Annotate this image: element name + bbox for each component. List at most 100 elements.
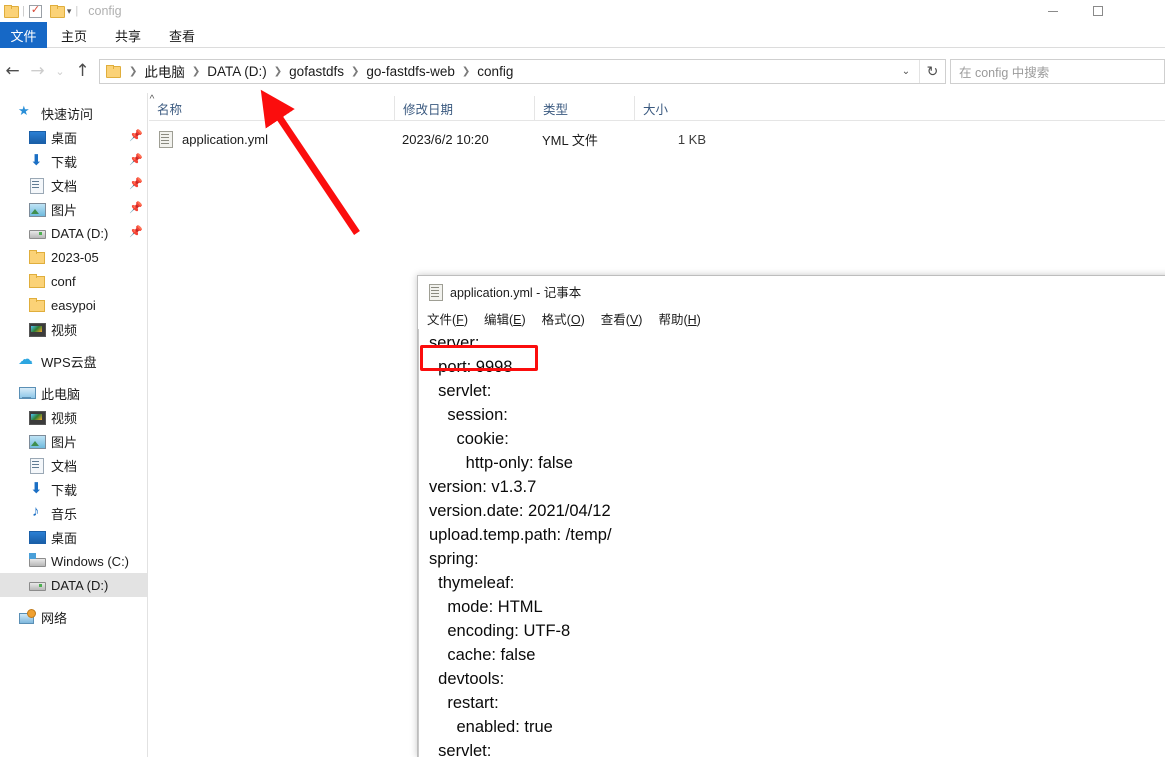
sidebar-item-label: 快速访问 <box>41 106 94 122</box>
breadcrumb-separator[interactable]: ❯ <box>192 66 200 77</box>
file-type-cell: YML 文件 <box>542 132 598 148</box>
tab-view[interactable]: 查看 <box>155 22 209 48</box>
menu-file[interactable]: 文件(F) <box>427 309 468 328</box>
sidebar-item-videos[interactable]: 视频 <box>0 405 147 429</box>
sidebar-item-easypoi[interactable]: easypoi <box>0 293 147 317</box>
new-folder-icon[interactable] <box>49 5 65 18</box>
column-header-name[interactable]: 名称 <box>149 96 394 121</box>
menu-format[interactable]: 格式(O) <box>542 309 585 328</box>
address-dropdown-icon[interactable]: ⌄ <box>893 66 919 77</box>
sidebar-item-label: 下载 <box>51 482 78 498</box>
sidebar-item-downloads-pc[interactable]: 下载 <box>0 477 147 501</box>
sidebar-item-pictures[interactable]: 图片 📌 <box>0 197 147 221</box>
sidebar-item-label: Windows (C:) <box>51 553 130 569</box>
sidebar-item-desktop-pc[interactable]: 桌面 <box>0 525 147 549</box>
window-controls <box>1030 0 1165 22</box>
table-row[interactable]: application.yml 2023/6/2 10:20 YML 文件 1 … <box>149 127 1165 151</box>
breadcrumb-separator[interactable]: ❯ <box>351 66 359 77</box>
window-title: config <box>88 4 122 18</box>
pin-icon[interactable]: 📌 <box>129 154 143 167</box>
sidebar-item-conf[interactable]: conf <box>0 269 147 293</box>
sidebar-item-wps-cloud[interactable]: WPS云盘 <box>0 349 147 373</box>
notepad-line: encoding: UTF-8 <box>429 622 571 640</box>
column-header-modified[interactable]: 修改日期 <box>394 95 534 121</box>
notepad-line: version: v1.3.7 <box>429 478 537 496</box>
close-icon <box>1137 5 1148 17</box>
screen: | ▾ | config 文件 主页 共享 查看 ← → ⌄ ↑ <box>0 0 1165 757</box>
sidebar-item-label: easypoi <box>51 297 96 313</box>
breadcrumb-separator[interactable]: ❯ <box>462 66 470 77</box>
customize-dropdown-icon[interactable]: ▾ <box>67 6 72 16</box>
notepad-line: thymeleaf: <box>429 574 515 592</box>
breadcrumb-item-config[interactable]: config <box>477 64 513 79</box>
file-size-cell: 1 KB <box>677 131 706 147</box>
file-name-cell[interactable]: application.yml <box>149 127 394 151</box>
sidebar-item-downloads[interactable]: 下载 📌 <box>0 149 147 173</box>
menu-view[interactable]: 查看(V) <box>601 309 643 328</box>
notepad-line: mode: HTML <box>429 598 543 616</box>
breadcrumb-item-data-d[interactable]: DATA (D:) <box>207 64 267 79</box>
pin-icon[interactable]: 📌 <box>129 178 143 191</box>
notepad-line: spring: <box>429 550 479 568</box>
breadcrumb-item-go-fastdfs-web[interactable]: go-fastdfs-web <box>366 64 455 79</box>
sidebar-item-label: 图片 <box>51 202 78 218</box>
refresh-icon[interactable]: ↻ <box>919 59 945 83</box>
notepad-line: session: <box>429 406 508 424</box>
forward-button[interactable]: → <box>25 56 50 86</box>
recent-locations-icon[interactable]: ⌄ <box>50 56 70 86</box>
document-icon <box>28 457 45 474</box>
sidebar-item-label: 此电脑 <box>41 386 81 402</box>
back-button[interactable]: ← <box>0 56 25 86</box>
notepad-text-area[interactable]: server: port: 9998 servlet: session: coo… <box>418 329 1165 757</box>
notepad-line: servlet: <box>429 742 492 757</box>
tab-share[interactable]: 共享 <box>101 22 155 48</box>
tab-home[interactable]: 主页 <box>47 22 101 48</box>
breadcrumb-separator[interactable]: ❯ <box>129 66 137 77</box>
sidebar-item-quick-access[interactable]: 快速访问 <box>0 101 147 125</box>
folder-icon[interactable] <box>4 5 19 18</box>
sidebar-item-windows-c[interactable]: Windows (C:) <box>0 549 147 573</box>
column-header-type[interactable]: 类型 <box>534 95 634 121</box>
sidebar-item-label: 视频 <box>51 322 78 338</box>
menu-help[interactable]: 帮助(H) <box>658 309 700 328</box>
sidebar-item-data-d[interactable]: DATA (D:) 📌 <box>0 221 147 245</box>
breadcrumb-item-this-pc[interactable]: 此电脑 <box>144 61 185 81</box>
close-button[interactable] <box>1120 0 1165 22</box>
sidebar-item-this-pc[interactable]: 此电脑 <box>0 381 147 405</box>
notepad-line: restart: <box>429 694 499 712</box>
this-pc-icon <box>18 385 36 401</box>
breadcrumb-separator[interactable]: ❯ <box>274 66 282 77</box>
network-icon <box>18 609 36 625</box>
sidebar-item-desktop[interactable]: 桌面 📌 <box>0 125 147 149</box>
address-bar[interactable]: ❯ 此电脑 ❯ DATA (D:) ❯ gofastdfs ❯ go-fastd… <box>99 58 946 84</box>
yml-file-icon <box>157 131 174 148</box>
minimize-button[interactable] <box>1030 0 1075 22</box>
column-header-size[interactable]: 大小 <box>634 95 720 121</box>
tab-file[interactable]: 文件 <box>0 22 47 48</box>
file-modified-cell: 2023/6/2 10:20 <box>402 131 489 147</box>
notepad-window[interactable]: application.yml - 记事本 文件(F) 编辑(E) 格式(O) … <box>417 275 1165 757</box>
sidebar-item-documents[interactable]: 文档 📌 <box>0 173 147 197</box>
sidebar-item-data-d-pc[interactable]: DATA (D:) <box>0 573 147 597</box>
sidebar-item-videos-qa[interactable]: 视频 <box>0 317 147 341</box>
sidebar-item-documents-pc[interactable]: 文档 <box>0 453 147 477</box>
folder-icon <box>28 273 45 289</box>
search-input[interactable]: 在 config 中搜索 <box>950 58 1165 84</box>
pin-icon[interactable]: 📌 <box>129 130 143 143</box>
sidebar-item-pictures-pc[interactable]: 图片 <box>0 429 147 453</box>
pin-icon[interactable]: 📌 <box>129 226 143 239</box>
breadcrumb-folder-icon[interactable] <box>106 65 121 78</box>
sidebar-item-label: DATA (D:) <box>51 225 109 241</box>
pin-icon[interactable]: 📌 <box>129 202 143 215</box>
notepad-line: server: <box>429 334 480 352</box>
sidebar-item-2023-05[interactable]: 2023-05 <box>0 245 147 269</box>
sidebar-item-music[interactable]: 音乐 <box>0 501 147 525</box>
menu-edit[interactable]: 编辑(E) <box>484 309 526 328</box>
desktop-icon <box>28 129 46 145</box>
sidebar-item-network[interactable]: 网络 <box>0 605 147 629</box>
maximize-button[interactable] <box>1075 0 1120 22</box>
breadcrumb-item-gofastdfs[interactable]: gofastdfs <box>289 64 344 79</box>
properties-icon[interactable] <box>28 3 42 18</box>
up-button[interactable]: ↑ <box>70 56 95 86</box>
